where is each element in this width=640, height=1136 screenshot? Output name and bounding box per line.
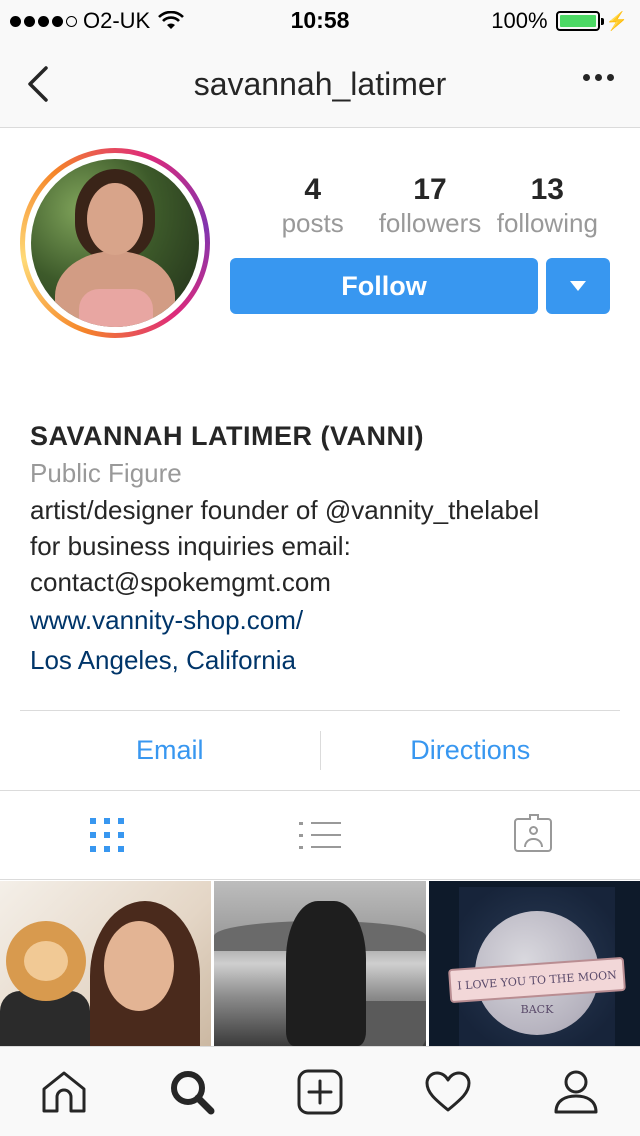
more-horizontal-icon	[583, 74, 590, 81]
stat-number: 17	[413, 173, 447, 206]
battery-percent: 100%	[491, 8, 548, 33]
tagged-icon	[514, 814, 553, 852]
heart-icon	[425, 1071, 471, 1111]
follow-button[interactable]: Follow	[230, 258, 538, 314]
post-thumbnail[interactable]	[214, 881, 426, 1046]
more-options-button[interactable]	[583, 74, 614, 81]
bio-line: for business inquiries email:	[30, 531, 351, 561]
status-right: 100% ⚡	[491, 8, 628, 34]
tab-list[interactable]	[213, 791, 426, 879]
page-title: savannah_latimer	[193, 66, 447, 102]
status-bar: O2-UK 10:58 100% ⚡	[0, 0, 640, 40]
stat-label: posts	[281, 208, 344, 238]
profile-name: SAVANNAH LATIMER (VANNI)	[30, 421, 424, 451]
battery-icon	[555, 11, 604, 31]
caret-down-icon	[570, 281, 586, 291]
search-icon	[171, 1070, 215, 1114]
location-link[interactable]: Los Angeles, California	[30, 640, 620, 680]
avatar	[31, 159, 199, 327]
contact-bar: Email Directions	[20, 710, 620, 790]
tab-activity[interactable]	[384, 1047, 512, 1136]
tab-search[interactable]	[128, 1047, 256, 1136]
tab-home[interactable]	[0, 1047, 128, 1136]
profile-category: Public Figure	[30, 458, 182, 488]
home-icon	[42, 1071, 86, 1112]
nav-bar: savannah_latimer	[0, 40, 640, 128]
directions-button[interactable]: Directions	[321, 711, 621, 790]
bottom-tab-bar	[0, 1046, 640, 1136]
tab-tagged[interactable]	[427, 791, 640, 879]
battery-fill	[559, 15, 596, 27]
post-artwork-text: BACK	[520, 1003, 554, 1016]
photo-grid: I LOVE YOU TO THE MOON BACK	[0, 881, 640, 1046]
list-icon	[298, 821, 341, 849]
profile-stats: 4 posts 17 followers 13 following	[254, 172, 606, 238]
story-ring[interactable]	[20, 148, 210, 338]
bio-line: contact@spokemgmt.com	[30, 567, 331, 597]
post-thumbnail[interactable]	[0, 881, 212, 1046]
stat-label: following	[496, 208, 598, 238]
stat-posts[interactable]: 4 posts	[254, 172, 371, 238]
stat-number: 13	[530, 173, 564, 206]
stat-following[interactable]: 13 following	[489, 172, 606, 238]
tab-grid[interactable]	[0, 791, 213, 879]
stat-followers[interactable]: 17 followers	[371, 172, 488, 238]
bio-line: artist/designer founder of @vannity_thel…	[30, 495, 540, 525]
tab-new-post[interactable]	[256, 1047, 384, 1136]
bio: SAVANNAH LATIMER (VANNI) Public Figure a…	[30, 418, 620, 680]
stat-number: 4	[304, 173, 321, 206]
tab-profile[interactable]	[512, 1047, 640, 1136]
website-link[interactable]: www.vannity-shop.com/	[30, 600, 620, 640]
email-button[interactable]: Email	[20, 711, 320, 790]
view-tabs	[0, 790, 640, 880]
post-thumbnail[interactable]: I LOVE YOU TO THE MOON BACK	[428, 881, 640, 1046]
add-post-icon	[297, 1069, 343, 1114]
profile-icon	[554, 1070, 598, 1113]
suggestions-dropdown-button[interactable]	[546, 258, 610, 314]
stat-label: followers	[378, 208, 482, 238]
charging-icon: ⚡	[605, 10, 628, 31]
grid-icon	[89, 818, 124, 852]
